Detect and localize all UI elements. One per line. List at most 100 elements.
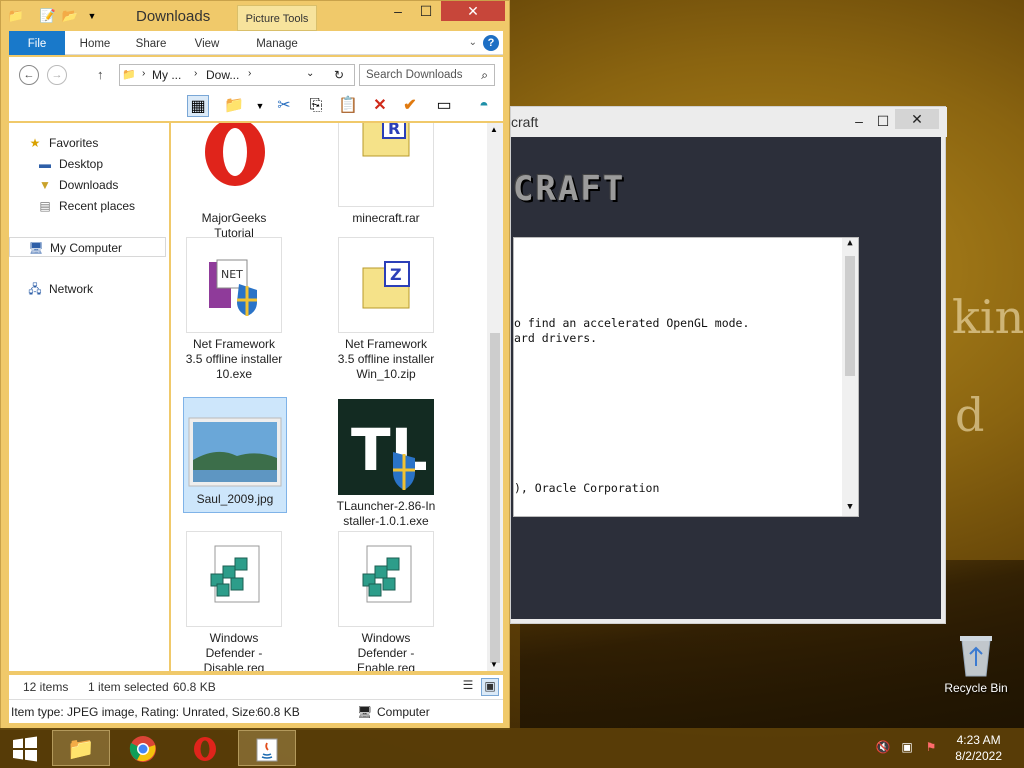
minecraft-window[interactable]: craft – ☐ ✕ CRAFT o find an accelerated …: [510, 106, 947, 624]
taskbar-java[interactable]: [238, 730, 296, 766]
shell-icon[interactable]: ◓: [473, 95, 495, 117]
preview-pane-icon[interactable]: ▦: [187, 95, 209, 117]
error-log-textarea[interactable]: o find an accelerated OpenGL mode. ard d…: [513, 237, 859, 517]
file-item[interactable]: R minecraft.rar: [331, 123, 441, 226]
tab-home[interactable]: Home: [71, 31, 119, 55]
file-name: Net Framework 3.5 offline installer 10.e…: [185, 337, 283, 381]
nav-desktop[interactable]: ▬ Desktop: [37, 154, 103, 174]
recycle-bin-label: Recycle Bin: [944, 681, 1008, 695]
taskbar-chrome[interactable]: [114, 730, 172, 766]
delete-icon[interactable]: ✕: [369, 95, 391, 117]
search-input[interactable]: Search Downloads ⌕: [359, 64, 495, 86]
large-icons-view-icon[interactable]: ▣: [481, 678, 499, 696]
file-name: Saul_2009.jpg: [196, 492, 274, 506]
tlauncher-icon: TL: [338, 399, 434, 495]
minimize-button[interactable]: –: [385, 1, 411, 21]
refresh-icon[interactable]: ↻: [334, 68, 344, 82]
details-view-icon[interactable]: ☰: [459, 678, 477, 696]
scroll-thumb[interactable]: [490, 333, 500, 663]
network-icon: 🖧: [28, 282, 42, 296]
copy-icon[interactable]: ⎘: [305, 95, 327, 117]
properties-icon[interactable]: 📝: [39, 7, 57, 25]
action-center-icon[interactable]: ⚑: [922, 740, 940, 756]
svg-text:Z: Z: [390, 265, 402, 284]
taskbar-explorer[interactable]: 📁: [52, 730, 110, 766]
nav-recent-places[interactable]: ▤ Recent places: [37, 196, 135, 216]
properties-folder-icon[interactable]: 📁: [223, 95, 245, 117]
nav-favorites[interactable]: ★ Favorites: [27, 133, 99, 153]
expand-ribbon-icon[interactable]: ⌄: [469, 37, 477, 48]
nav-desktop-label: Desktop: [59, 157, 104, 171]
picture-tools-label: Picture Tools: [237, 5, 317, 31]
search-placeholder: Search Downloads: [366, 69, 463, 81]
scroll-thumb[interactable]: [845, 256, 855, 376]
tab-manage[interactable]: Manage: [247, 31, 307, 55]
file-list-scrollbar[interactable]: ▲ ▼: [487, 123, 503, 671]
network-status-icon[interactable]: ▣: [898, 740, 916, 756]
nav-my-computer[interactable]: 🖥 My Computer: [9, 237, 166, 257]
folder-icon[interactable]: 📁: [7, 7, 25, 25]
log-line: ard drivers.: [514, 331, 598, 345]
svg-text:R: R: [388, 123, 400, 138]
image-thumbnail: [187, 416, 283, 488]
explorer-window[interactable]: 📁 📝 📂 ▼ Downloads Picture Tools – ☐ ✕ Fi…: [0, 0, 510, 730]
file-item[interactable]: Saul_2009.jpg: [183, 397, 287, 513]
address-bar[interactable]: 📁 › My ... › Dow... › ⌄ ↻: [119, 64, 355, 86]
tab-share[interactable]: Share: [127, 31, 175, 55]
windows-logo-icon: [13, 736, 37, 762]
recycle-bin[interactable]: Recycle Bin: [940, 632, 1012, 695]
taskbar-opera[interactable]: [176, 730, 234, 766]
taskbar-clock[interactable]: 4:23 AM 8/2/2022: [955, 732, 1002, 764]
up-arrow-icon[interactable]: ↑: [97, 67, 104, 82]
zip-archive-icon: Z: [338, 237, 434, 333]
toolbar-dropdown-icon[interactable]: ▼: [249, 95, 271, 117]
scroll-up-arrow-icon[interactable]: ▲: [842, 238, 858, 252]
close-button[interactable]: ✕: [441, 1, 505, 21]
wallpaper-text-2: d: [955, 388, 985, 442]
scroll-up-arrow-icon[interactable]: ▲: [490, 125, 498, 134]
explorer-titlebar[interactable]: 📁 📝 📂 ▼ Downloads Picture Tools – ☐ ✕: [1, 1, 511, 31]
file-name: Windows Defender - Disable.reg: [203, 631, 265, 671]
maximize-button[interactable]: ☐: [873, 111, 893, 131]
start-button[interactable]: [0, 730, 50, 766]
breadcrumb-my-computer[interactable]: My ...: [152, 68, 181, 82]
tab-view[interactable]: View: [183, 31, 231, 55]
forward-icon[interactable]: →: [47, 65, 67, 85]
details-text: Item type: JPEG image, Rating: Unrated, …: [11, 705, 279, 719]
scroll-down-arrow-icon[interactable]: ▼: [842, 502, 858, 516]
breadcrumb-separator-icon: ›: [142, 68, 146, 79]
file-item[interactable]: Z Net Framework 3.5 offline installer Wi…: [331, 237, 441, 382]
file-name: Windows Defender - Enable.reg: [356, 631, 416, 671]
minimize-button[interactable]: –: [849, 111, 869, 131]
minecraft-window-title: craft: [511, 114, 539, 130]
volume-muted-icon[interactable]: 🔇: [874, 740, 892, 756]
nav-downloads[interactable]: ▼ Downloads: [37, 175, 118, 195]
search-icon[interactable]: ⌕: [481, 68, 488, 83]
address-dropdown-icon[interactable]: ⌄: [306, 68, 314, 79]
maximize-button[interactable]: ☐: [413, 1, 439, 21]
details-bar: Item type: JPEG image, Rating: Unrated, …: [9, 699, 503, 723]
back-icon[interactable]: ←: [19, 65, 39, 85]
help-icon[interactable]: ?: [483, 35, 499, 51]
file-item[interactable]: Windows Defender - Enable.reg: [331, 531, 441, 671]
qat-dropdown-icon[interactable]: ▼: [83, 7, 101, 25]
paste-icon[interactable]: 📋: [337, 95, 359, 117]
file-name: TLauncher-2.86-Installer-1.0.1.exe: [336, 499, 436, 528]
nav-network[interactable]: 🖧 Network: [27, 279, 93, 299]
tab-file[interactable]: File: [9, 31, 65, 55]
rename-icon[interactable]: ▭: [433, 95, 455, 117]
close-button[interactable]: ✕: [895, 109, 939, 129]
file-item[interactable]: NET Net Framework 3.5 offline installer …: [179, 237, 289, 382]
ribbon-tabs: File Home Share View Manage ⌄ ?: [9, 31, 503, 55]
minecraft-titlebar[interactable]: craft – ☐ ✕: [511, 107, 947, 137]
file-item[interactable]: Windows Defender - Disable.reg: [179, 531, 289, 671]
scroll-down-arrow-icon[interactable]: ▼: [490, 660, 498, 669]
cut-icon[interactable]: ✂: [273, 95, 295, 117]
check-icon[interactable]: ✔: [399, 95, 421, 117]
registry-icon: [186, 531, 282, 627]
log-scrollbar[interactable]: ▲ ▼: [842, 238, 858, 516]
recent-places-icon: ▤: [39, 199, 51, 213]
file-item[interactable]: TL TLauncher-2.86-Installer-1.0.1.exe: [331, 399, 441, 529]
breadcrumb-downloads[interactable]: Dow...: [206, 68, 239, 82]
new-folder-icon[interactable]: 📂: [61, 7, 79, 25]
